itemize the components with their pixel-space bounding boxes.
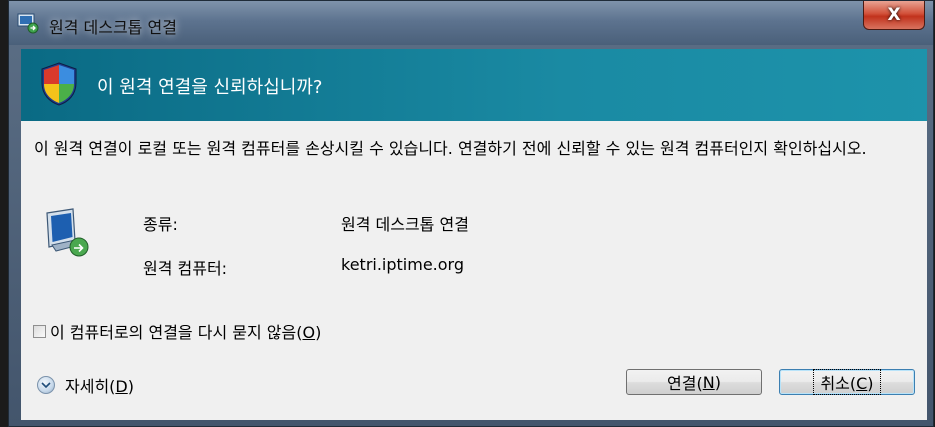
window-title: 원격 데스크톱 연결	[49, 18, 177, 37]
title-bar[interactable]: 원격 데스크톱 연결 X	[9, 1, 933, 45]
remote-computer-label: 원격 컴퓨터:	[143, 259, 228, 278]
cancel-button[interactable]: 취소(C)	[779, 369, 915, 395]
chevron-down-icon[interactable]	[37, 376, 55, 394]
remote-computer-value: ketri.iptime.org	[341, 255, 464, 274]
dont-ask-again-label[interactable]: 이 컴퓨터로의 연결을 다시 묻지 않음(O)	[50, 319, 321, 343]
remote-desktop-icon	[17, 13, 39, 34]
trust-question: 이 원격 연결을 신뢰하십니까?	[97, 77, 323, 98]
connect-button[interactable]: 연결(N)	[626, 369, 762, 395]
dont-ask-again-checkbox[interactable]	[33, 324, 46, 338]
remote-computer-icon	[46, 208, 89, 257]
focus-rectangle: 취소(C)	[813, 369, 881, 395]
warning-description: 이 원격 연결이 로컬 또는 원격 컴퓨터를 손상시킬 수 있습니다. 연결하기…	[34, 139, 867, 158]
details-toggle[interactable]: 자세히(D)	[37, 373, 134, 397]
details-label[interactable]: 자세히(D)	[65, 373, 134, 397]
dont-ask-again-checkbox-row[interactable]: 이 컴퓨터로의 연결을 다시 묻지 않음(O)	[33, 319, 321, 343]
uac-shield-icon	[41, 62, 77, 106]
type-value: 원격 데스크톱 연결	[341, 215, 469, 234]
trust-header: 이 원격 연결을 신뢰하십니까?	[21, 49, 927, 121]
dialog-body: 이 원격 연결이 로컬 또는 원격 컴퓨터를 손상시킬 수 있습니다. 연결하기…	[21, 121, 927, 420]
type-label: 종류:	[143, 215, 178, 234]
remote-desktop-dialog: 원격 데스크톱 연결 X 이 원격 연결을 신뢰하십니까? 이 원격 연결이 로…	[8, 0, 934, 427]
close-button[interactable]: X	[863, 1, 925, 30]
